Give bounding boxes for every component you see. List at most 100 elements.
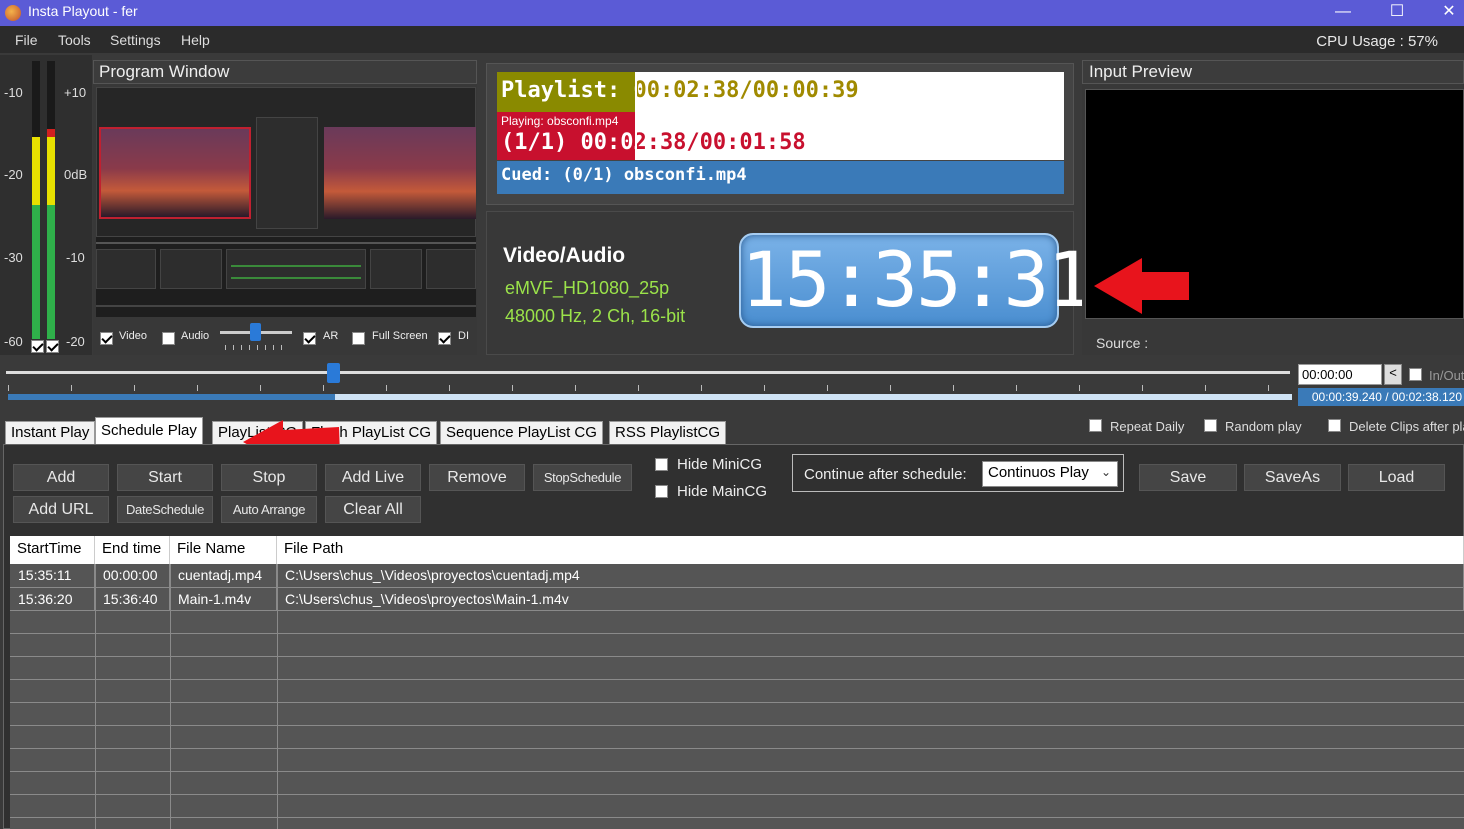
menu-settings[interactable]: Settings (110, 32, 161, 48)
video-checkbox[interactable] (100, 332, 113, 345)
left-channel-meter (32, 61, 40, 339)
menu-bar: File Tools Settings Help (0, 26, 1464, 53)
continue-label: Continue after schedule: (804, 466, 967, 483)
meter-label-left: -10 (4, 85, 23, 100)
clear-all-button[interactable]: Clear All (325, 496, 421, 523)
col-header-starttime[interactable]: StartTime (10, 536, 95, 564)
chevron-down-icon: ⌄ (1100, 465, 1111, 479)
audio-format: 48000 Hz, 2 Ch, 16-bit (505, 306, 686, 326)
meter-label-right: -20 (66, 334, 85, 349)
table-row[interactable]: 15:36:20 15:36:40 Main-1.m4v C:\Users\ch… (10, 587, 1464, 611)
empty-row (10, 771, 1464, 794)
tab-schedule-play[interactable]: Schedule Play (95, 417, 203, 447)
volume-slider-handle[interactable] (250, 323, 261, 341)
repeat-daily-label: Repeat Daily (1110, 419, 1185, 434)
delete-clips-checkbox[interactable] (1328, 419, 1341, 432)
menu-tools[interactable]: Tools (58, 32, 91, 48)
fullscreen-label: Full Screen (372, 330, 428, 342)
seek-ticks (8, 385, 1292, 391)
app-icon (5, 5, 21, 21)
continue-after-schedule-group: Continue after schedule: Continuos Play … (792, 454, 1124, 492)
clock-display: 15:35:31 (739, 233, 1093, 328)
stop-button[interactable]: Stop (221, 464, 317, 491)
right-channel-checkbox[interactable] (46, 340, 59, 353)
audio-label: Audio (181, 330, 210, 342)
cpu-usage: CPU Usage : 57% (1316, 33, 1438, 50)
fullscreen-checkbox[interactable] (352, 332, 365, 345)
empty-row (10, 748, 1464, 771)
close-button[interactable]: ✕ (1426, 0, 1464, 26)
column-divider (170, 564, 171, 829)
seek-handle[interactable] (327, 363, 341, 383)
video-format: eMVF_HD1080_25p (505, 278, 670, 298)
col-header-endtime[interactable]: End time (95, 536, 170, 564)
hide-minicg-checkbox[interactable] (655, 458, 668, 471)
title-bar: Insta Playout - fer — ☐ ✕ (0, 0, 1464, 26)
col-header-filename[interactable]: File Name (170, 536, 277, 564)
video-audio-title: Video/Audio (503, 244, 626, 267)
progress-track (8, 394, 1292, 400)
menu-help[interactable]: Help (181, 32, 210, 48)
program-window-title: Program Window (93, 60, 477, 84)
input-preview-title: Input Preview (1082, 60, 1464, 84)
meter-label-right: 0dB (64, 167, 88, 182)
inout-checkbox[interactable] (1409, 368, 1422, 381)
ar-label: AR (323, 330, 339, 342)
auto-arrange-button[interactable]: Auto Arrange (221, 496, 317, 523)
random-play-checkbox[interactable] (1204, 419, 1217, 432)
meter-label-left: -30 (4, 250, 23, 265)
cell-endtime: 15:36:40 (95, 588, 170, 611)
playing-row: Playing: obsconfi.mp4 (1/1) 00:02:38/00:… (497, 112, 1064, 160)
video-label: Video (119, 330, 147, 342)
save-button[interactable]: Save (1139, 464, 1237, 491)
stop-schedule-button[interactable]: StopSchedule (533, 464, 632, 491)
inout-label: In/Out (1429, 368, 1464, 383)
audio-checkbox[interactable] (162, 332, 175, 345)
table-row[interactable]: 15:35:11 00:00:00 cuentadj.mp4 C:\Users\… (10, 564, 1464, 587)
playing-file: Playing: obsconfi.mp4 (501, 114, 619, 128)
cell-filepath: C:\Users\chus_\Videos\proyectos\Main-1.m… (277, 588, 1464, 611)
hide-minicg-label: Hide MiniCG (677, 456, 763, 473)
load-button[interactable]: Load (1348, 464, 1445, 491)
add-button[interactable]: Add (13, 464, 109, 491)
playlist-time-row: Playlist: 00:02:38/00:00:39 Playlist: 00… (497, 72, 1064, 112)
window-title: Insta Playout - fer (28, 3, 138, 19)
playlist-status-panel: Playlist: 00:02:38/00:00:39 Playlist: 00… (486, 63, 1074, 205)
remove-button[interactable]: Remove (429, 464, 525, 491)
video-audio-panel: Video/Audio eMVF_HD1080_25p 48000 Hz, 2 … (486, 211, 1093, 355)
cell-endtime: 00:00:00 (95, 564, 170, 587)
empty-row (10, 656, 1464, 679)
step-back-button[interactable]: < (1384, 364, 1402, 385)
empty-row (10, 817, 1464, 829)
time-input[interactable]: 00:00:00 (1298, 364, 1382, 385)
delete-clips-label: Delete Clips after play (1349, 419, 1464, 434)
add-url-button[interactable]: Add URL (13, 496, 109, 523)
repeat-daily-checkbox[interactable] (1089, 419, 1102, 432)
col-header-filepath[interactable]: File Path (277, 536, 1464, 564)
preview-thumbnail (99, 127, 251, 219)
program-thumbnail (324, 127, 476, 219)
save-as-button[interactable]: SaveAs (1244, 464, 1341, 491)
continue-select[interactable]: Continuos Play ⌄ (982, 461, 1118, 487)
start-button[interactable]: Start (117, 464, 213, 491)
left-channel-checkbox[interactable] (31, 340, 44, 353)
right-channel-meter (47, 61, 55, 339)
seek-track[interactable] (6, 371, 1290, 374)
meter-label-right: +10 (64, 85, 87, 100)
di-checkbox[interactable] (438, 332, 451, 345)
cell-filename: Main-1.m4v (170, 588, 277, 611)
menu-file[interactable]: File (15, 32, 38, 48)
add-live-button[interactable]: Add Live (325, 464, 421, 491)
schedule-table: StartTime End time File Name File Path 1… (10, 536, 1464, 829)
tab-instant-play[interactable]: Instant Play (5, 421, 96, 445)
tab-sequence-playlist-cg[interactable]: Sequence PlayList CG (440, 421, 603, 445)
cell-filepath: C:\Users\chus_\Videos\proyectos\cuentadj… (277, 564, 1464, 587)
minimize-button[interactable]: — (1320, 0, 1366, 26)
hide-maincg-checkbox[interactable] (655, 485, 668, 498)
maximize-button[interactable]: ☐ (1374, 0, 1420, 26)
tab-rss-playlist-cg[interactable]: RSS PlaylistCG (609, 421, 727, 445)
hide-maincg-label: Hide MainCG (677, 483, 768, 500)
cued-row: Cued: (0/1) obsconfi.mp4 (497, 161, 1064, 194)
date-schedule-button[interactable]: DateSchedule (117, 496, 213, 523)
ar-checkbox[interactable] (303, 332, 316, 345)
